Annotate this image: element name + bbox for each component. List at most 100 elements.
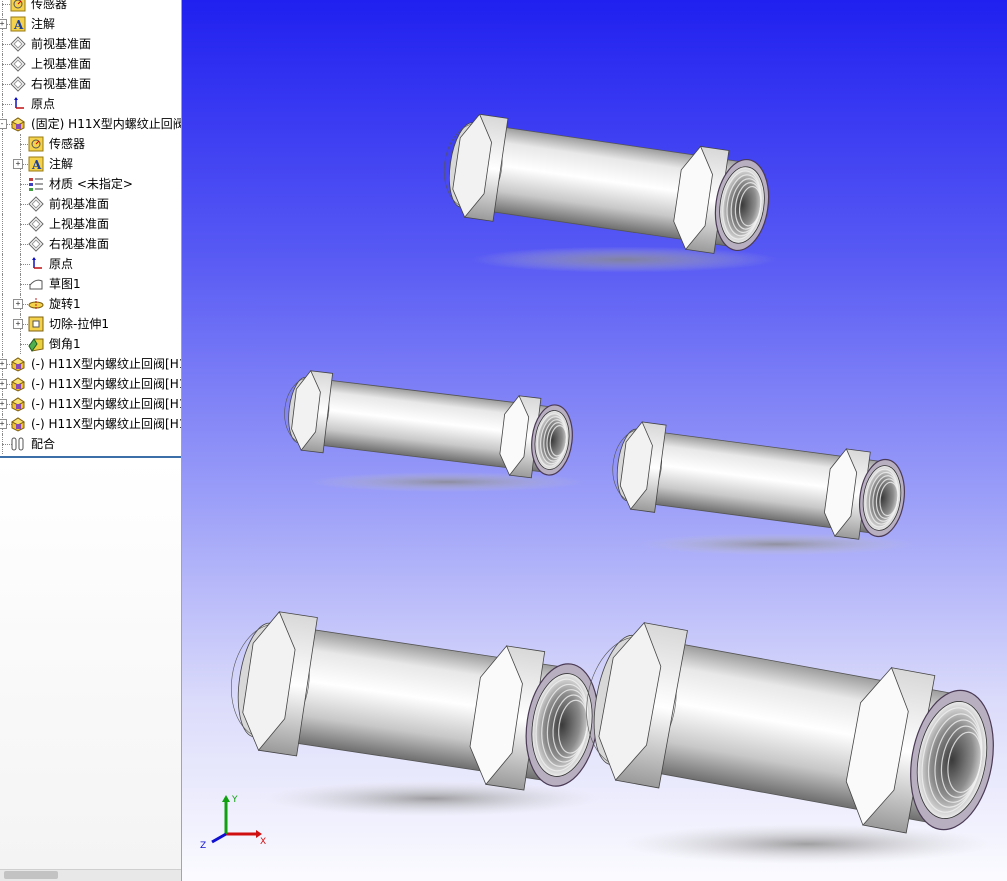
z-axis-icon [211,832,227,844]
graphics-viewport[interactable]: X Y Z [182,0,1007,881]
tree-item[interactable]: + A 注解 [0,14,181,34]
tree-item-label: 传感器 [31,0,68,11]
tree-item-label: (-) H11X型内螺纹止回阀[H1 [31,397,181,411]
check-valve-part[interactable] [607,419,916,556]
tree-item-label: 上视基准面 [49,217,110,231]
part-icon [10,356,26,372]
check-valve-part[interactable] [280,368,586,492]
y-axis-label: Y [231,795,238,805]
material-icon [28,176,44,192]
tree-connector [2,274,3,294]
revolve-icon [28,296,44,312]
feature-tree: 传感器 + A 注解 前视基准面 上视基准面 右视基准面 原点 - (固定) H11X型内螺纹止回… [0,0,181,456]
tree-item[interactable]: 原点 [0,254,181,274]
tree-item[interactable]: 倒角1 [0,334,181,354]
tree-item[interactable]: 上视基准面 [0,54,181,74]
tree-item[interactable]: + A 注解 [0,154,181,174]
annotation-icon: A [10,16,26,32]
cut-extrude-icon [28,316,44,332]
tree-item[interactable]: + (-) H11X型内螺纹止回阀[H1 [0,414,181,434]
tree-item[interactable]: 材质 <未指定> [0,174,181,194]
expand-icon[interactable]: + [13,319,23,329]
coordinate-triad: X Y Z [200,795,266,850]
expand-icon[interactable]: + [0,359,7,369]
tree-item[interactable]: 前视基准面 [0,194,181,214]
sensor-icon [28,136,44,152]
tree-item[interactable]: 草图1 [0,274,181,294]
part-icon [10,396,26,412]
tree-item-label: 右视基准面 [31,77,92,91]
tree-connector [2,334,3,354]
expand-icon[interactable]: + [13,159,23,169]
expand-icon[interactable]: + [13,299,23,309]
part-shadow [622,824,992,864]
tree-item-label: (-) H11X型内螺纹止回阀[H1 [31,377,181,391]
collapse-icon[interactable]: - [0,119,7,129]
annotation-icon: A [28,156,44,172]
part-shadow [638,533,916,556]
part-shadow [265,781,599,816]
tree-item-label: 材质 <未指定> [49,177,133,191]
check-valve-part[interactable] [437,110,778,273]
tree-item[interactable]: 右视基准面 [0,234,181,254]
tree-item-label: 原点 [31,97,56,111]
part-shadow [471,246,778,273]
part-shadow [308,472,586,492]
tree-connector [2,214,3,234]
tree-item[interactable]: 上视基准面 [0,214,181,234]
svg-text:A: A [31,158,42,172]
tree-item-label: 旋转1 [49,297,81,311]
tree-connector [2,234,3,254]
sketch-icon [28,276,44,292]
plane-icon [28,196,44,212]
tree-item-label: 传感器 [49,137,86,151]
tree-connector [2,0,3,14]
plane-icon [28,216,44,232]
expand-icon[interactable]: + [0,419,7,429]
scrollbar-thumb[interactable] [4,871,58,879]
expand-icon[interactable]: + [0,379,7,389]
mates-icon [10,436,26,452]
tree-item[interactable]: + 切除-拉伸1 [0,314,181,334]
expand-icon[interactable]: + [0,19,7,29]
tree-item[interactable]: 传感器 [0,0,181,14]
tree-item-label: (-) H11X型内螺纹止回阀[H1 [31,357,181,371]
tree-item-label: 配合 [31,437,56,451]
tree-item[interactable]: 配合 [0,434,181,454]
tree-item[interactable]: 传感器 [0,134,181,154]
tree-item[interactable]: + (-) H11X型内螺纹止回阀[H1 [0,374,181,394]
tree-connector [2,254,3,274]
tree-item[interactable]: 前视基准面 [0,34,181,54]
plane-icon [28,236,44,252]
tree-item-label: 前视基准面 [49,197,110,211]
tree-item[interactable]: 右视基准面 [0,74,181,94]
tree-item-label: 原点 [49,257,74,271]
plane-icon [10,76,26,92]
assembly-scene[interactable] [182,0,1007,881]
tree-item[interactable]: + (-) H11X型内螺纹止回阀[H1 [0,354,181,374]
plane-icon [10,36,26,52]
tree-item[interactable]: + 旋转1 [0,294,181,314]
tree-item[interactable]: 原点 [0,94,181,114]
tree-item-label: 注解 [49,157,74,171]
expand-icon[interactable]: + [0,399,7,409]
tree-connector [2,174,3,194]
feature-manager-panel: 传感器 + A 注解 前视基准面 上视基准面 右视基准面 原点 - (固定) H11X型内螺纹止回… [0,0,182,881]
check-valve-part[interactable] [574,615,1006,864]
plane-icon [10,56,26,72]
tree-item-label: 上视基准面 [31,57,92,71]
tree-item-label: 草图1 [49,277,81,291]
check-valve-part[interactable] [222,606,607,816]
sensor-icon [10,0,26,12]
z-axis-label: Z [200,841,206,850]
tree-item[interactable]: - (固定) H11X型内螺纹止回阀 [0,114,181,134]
tree-item-label: 右视基准面 [49,237,110,251]
origin-icon [10,96,26,112]
tree-item[interactable]: + (-) H11X型内螺纹止回阀[H1 [0,394,181,414]
tree-item-label: 倒角1 [49,337,81,351]
horizontal-scrollbar[interactable] [0,869,181,881]
svg-text:A: A [13,18,24,32]
tree-item-label: 注解 [31,17,56,31]
x-axis-label: X [260,837,266,847]
y-arrow-icon [222,795,230,802]
